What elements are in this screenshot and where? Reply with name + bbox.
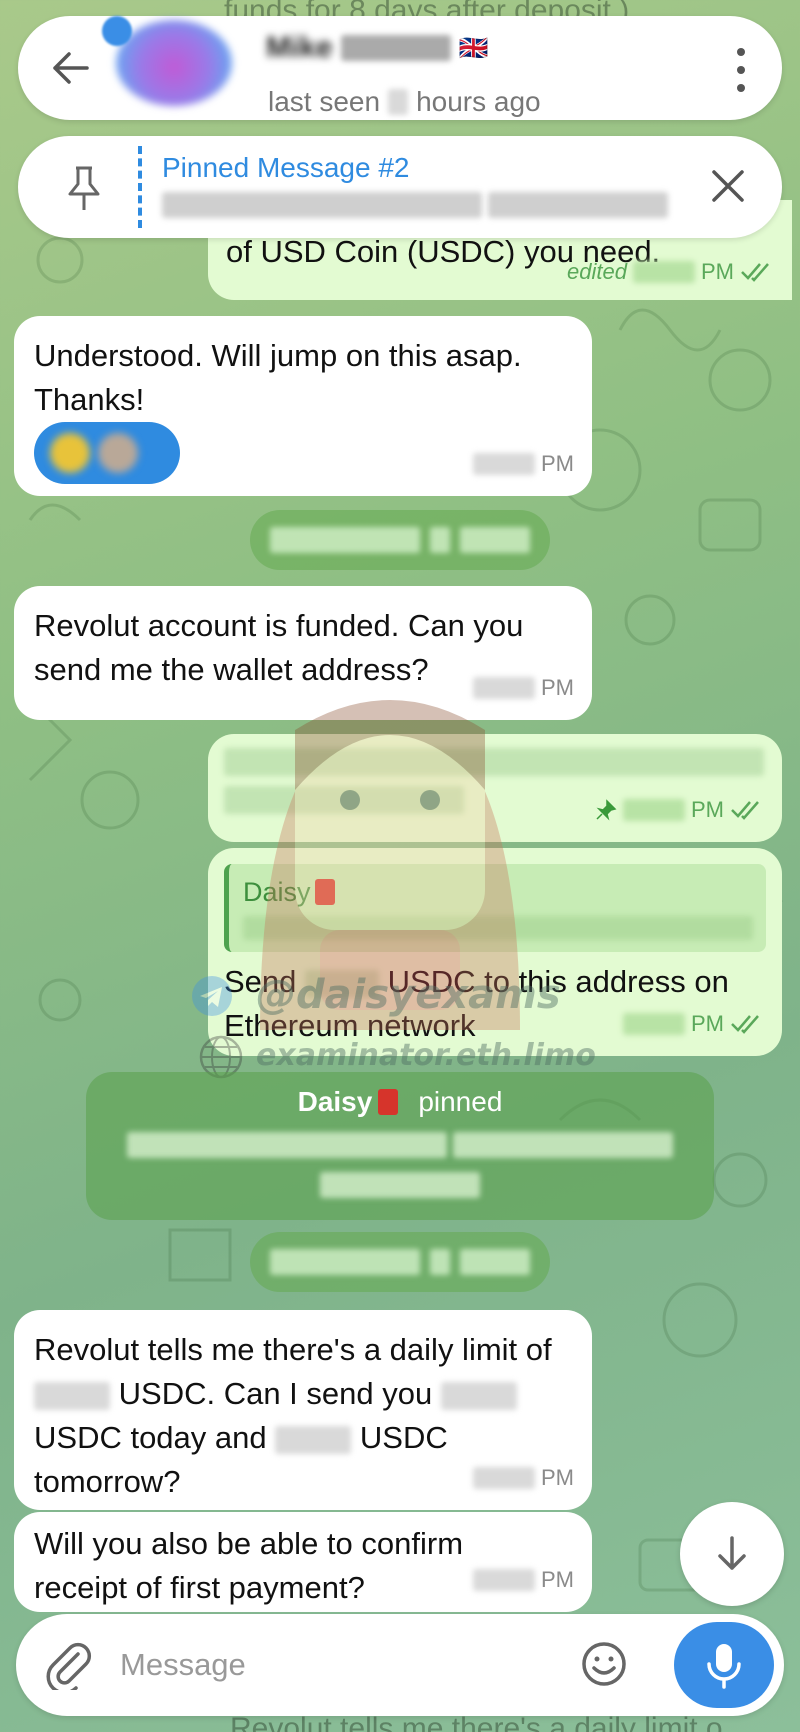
- red-envelope-icon: [378, 1089, 399, 1115]
- close-icon[interactable]: [708, 166, 748, 206]
- hours-redacted: [388, 89, 409, 115]
- pinned-notice-header: Daisy pinned: [86, 1086, 714, 1118]
- pin-icon: [68, 166, 100, 210]
- date-separator: [250, 1232, 550, 1292]
- time-suffix: PM: [701, 259, 734, 284]
- time-redacted: [633, 261, 695, 283]
- pinned-notice-redacted-2: [86, 1172, 714, 1198]
- pinned-title: Pinned Message #2: [162, 152, 410, 183]
- contact-name[interactable]: Mike 🇬🇧: [266, 30, 489, 66]
- pinned-message-bar[interactable]: Pinned Message #2: [18, 136, 782, 238]
- reaction-avatar-redacted: [98, 433, 138, 473]
- watermark-handle: @daisyexams: [256, 972, 561, 1018]
- message-meta: PM: [473, 442, 574, 486]
- time-redacted: [473, 453, 535, 475]
- message-meta: edited PM: [567, 250, 774, 294]
- time-redacted: [473, 1467, 535, 1489]
- time-suffix: PM: [541, 1465, 574, 1490]
- double-check-icon: [741, 263, 769, 282]
- time-redacted: [623, 799, 685, 821]
- message-text-part: Revolut tells me there's a daily limit o…: [34, 1332, 552, 1367]
- time-suffix: PM: [691, 1011, 724, 1036]
- time-suffix: PM: [541, 1567, 574, 1592]
- back-arrow-icon: [53, 52, 89, 84]
- message-meta: PM: [623, 1002, 764, 1046]
- reaction-pill[interactable]: [34, 422, 180, 484]
- message-input[interactable]: [120, 1638, 580, 1692]
- message-incoming[interactable]: Understood. Will jump on this asap. Than…: [14, 316, 592, 496]
- menu-dots-icon[interactable]: [734, 48, 748, 92]
- chat-header: Mike 🇬🇧 last seen hours ago: [18, 16, 782, 120]
- attach-icon[interactable]: [46, 1640, 92, 1690]
- double-check-icon: [731, 801, 759, 820]
- emoji-icon[interactable]: [580, 1640, 628, 1688]
- amount-redacted: [275, 1425, 352, 1454]
- message-text-part: USDC. Can I send you: [118, 1376, 433, 1411]
- amount-redacted: [34, 1381, 110, 1410]
- pinned-by-name: Daisy: [297, 1086, 373, 1117]
- date-separator: [250, 510, 550, 570]
- message-incoming[interactable]: Will you also be able to confirm receipt…: [14, 1512, 592, 1612]
- message-meta: PM: [473, 1558, 574, 1602]
- pin-small-icon: [596, 799, 617, 821]
- pinned-notice-redacted: [86, 1132, 714, 1158]
- telegram-icon: [192, 976, 232, 1016]
- reaction-emoji-redacted: [50, 433, 90, 473]
- last-seen-prefix: last seen: [268, 86, 381, 117]
- contact-name-text: Mike: [266, 31, 333, 64]
- message-meta: PM: [595, 788, 764, 832]
- message-incoming[interactable]: Revolut tells me there's a daily limit o…: [14, 1310, 592, 1510]
- message-text-part: USDC today and: [34, 1420, 267, 1455]
- double-check-icon: [731, 1015, 759, 1034]
- watermark-site: examinator.eth.limo: [256, 1038, 596, 1073]
- mic-icon: [707, 1644, 741, 1689]
- last-seen-suffix: hours ago: [416, 86, 541, 117]
- arrow-down-icon: [718, 1536, 746, 1570]
- back-button[interactable]: [46, 44, 94, 92]
- amount-redacted: [440, 1381, 517, 1410]
- time-redacted: [623, 1013, 685, 1035]
- pinned-notice[interactable]: Daisy pinned: [86, 1072, 714, 1220]
- pinned-preview-redacted: [162, 192, 668, 218]
- unread-badge: [102, 16, 132, 46]
- time-redacted: [473, 1569, 535, 1591]
- mic-button[interactable]: [674, 1622, 774, 1708]
- scroll-down-button[interactable]: [680, 1502, 784, 1606]
- edited-label: edited: [567, 259, 627, 284]
- message-text: Understood. Will jump on this asap. Than…: [34, 338, 522, 417]
- pinned-indicator: [138, 146, 142, 228]
- time-suffix: PM: [541, 451, 574, 476]
- pinned-action: pinned: [418, 1086, 503, 1117]
- last-seen-status: last seen hours ago: [268, 86, 541, 118]
- time-suffix: PM: [691, 797, 724, 822]
- avatar[interactable]: [116, 20, 232, 106]
- message-text: Will you also be able to confirm receipt…: [34, 1526, 464, 1605]
- flag-icon: 🇬🇧: [458, 34, 489, 62]
- name-redacted: [340, 35, 451, 61]
- message-meta: PM: [473, 1456, 574, 1500]
- message-composer: [16, 1614, 784, 1716]
